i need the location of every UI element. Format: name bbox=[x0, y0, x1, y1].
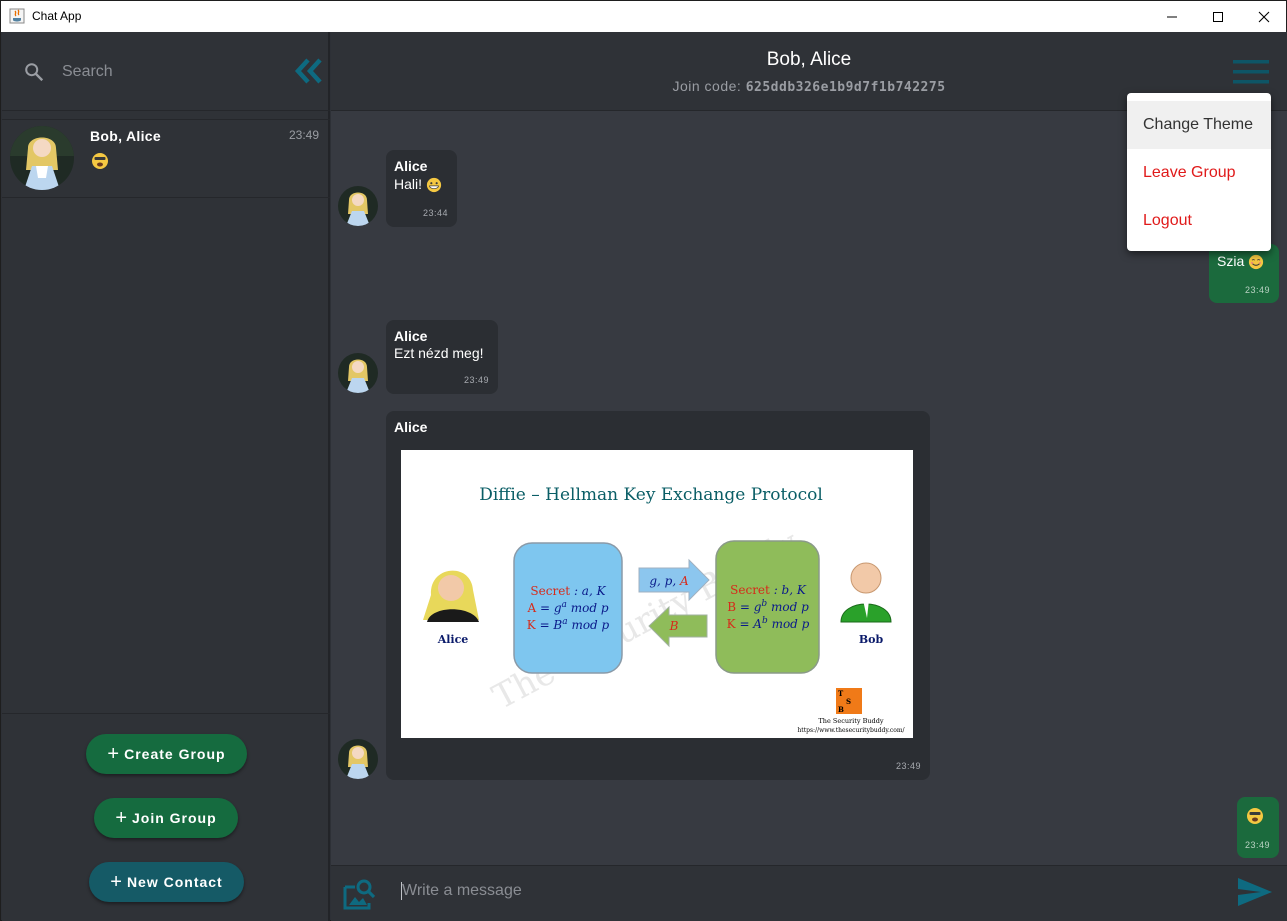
avatar bbox=[338, 739, 378, 779]
logo-letter: T bbox=[838, 689, 844, 698]
search-bar: Search bbox=[2, 32, 330, 111]
sidebar-actions: + Create Group + Join Group + New Contac… bbox=[2, 713, 330, 921]
create-group-button[interactable]: + Create Group bbox=[86, 734, 247, 774]
plus-icon: + bbox=[110, 871, 123, 893]
alice-figure-icon bbox=[423, 570, 479, 622]
close-icon bbox=[1258, 11, 1270, 22]
close-button[interactable] bbox=[1241, 1, 1287, 32]
message-composer: Write a message bbox=[331, 865, 1287, 921]
avatar bbox=[338, 186, 378, 226]
diagram-title: Diffie – Hellman Key Exchange Protocol bbox=[479, 485, 823, 505]
message-text-value: Szia bbox=[1217, 253, 1245, 269]
arrow-left-label: B bbox=[669, 619, 679, 633]
message-sender: Alice bbox=[394, 328, 428, 344]
window-title: Chat App bbox=[32, 9, 82, 23]
search-icon bbox=[25, 63, 44, 82]
join-code-value: 625ddb326e1b9d7f1b742275 bbox=[745, 80, 946, 95]
java-app-icon bbox=[9, 8, 25, 24]
emoji-face-icon bbox=[92, 153, 108, 169]
new-contact-label: New Contact bbox=[126, 874, 223, 890]
message-text: Szia bbox=[1217, 253, 1264, 270]
menu-item-change-theme[interactable]: Change Theme bbox=[1127, 101, 1271, 149]
avatar bbox=[338, 353, 378, 393]
minimize-button[interactable] bbox=[1149, 1, 1195, 32]
join-code-label: Join code: bbox=[672, 78, 742, 94]
alice-label: Alice bbox=[437, 633, 469, 646]
message-text-value: Hali! bbox=[394, 176, 423, 192]
attach-image-icon[interactable] bbox=[341, 877, 377, 913]
app-window: Chat App Search Bob, Alice 23:49 + Creat… bbox=[0, 0, 1287, 921]
search-input[interactable]: Search bbox=[62, 63, 113, 81]
window-titlebar: Chat App bbox=[1, 1, 1286, 32]
menu-item-logout[interactable]: Logout bbox=[1127, 197, 1271, 245]
sidebar: Search Bob, Alice 23:49 + Create Group +… bbox=[2, 32, 330, 921]
create-group-label: Create Group bbox=[124, 746, 226, 762]
options-menu: Change Theme Leave Group Logout bbox=[1127, 93, 1271, 251]
message-text: Ezt nézd meg! bbox=[394, 345, 484, 361]
message-time: 23:49 bbox=[1244, 285, 1270, 295]
message-time: 23:49 bbox=[463, 375, 489, 385]
maximize-icon bbox=[1213, 11, 1223, 22]
menu-item-leave-group[interactable]: Leave Group bbox=[1127, 149, 1271, 197]
message-bubble-outgoing: 23:49 bbox=[1237, 797, 1279, 858]
logo-letter: S bbox=[846, 697, 851, 706]
hamburger-menu-icon[interactable] bbox=[1233, 60, 1269, 84]
chat-title: Bob, Alice bbox=[766, 49, 852, 70]
avatar bbox=[10, 126, 74, 190]
emoji-face-icon bbox=[1247, 808, 1263, 824]
message-bubble-outgoing: Szia 23:49 bbox=[1209, 244, 1279, 303]
message-text: Hali! bbox=[394, 176, 442, 193]
message-time: 23:49 bbox=[1244, 840, 1270, 850]
bob-label: Bob bbox=[859, 633, 884, 646]
brand-name: The Security Buddy bbox=[818, 717, 883, 725]
maximize-button[interactable] bbox=[1195, 1, 1241, 32]
logo-letter: B bbox=[838, 705, 844, 714]
chat-list-item[interactable]: Bob, Alice 23:49 bbox=[2, 119, 330, 198]
chat-time: 23:49 bbox=[289, 128, 320, 142]
message-sender: Alice bbox=[394, 419, 428, 435]
join-group-label: Join Group bbox=[132, 810, 217, 826]
message-image[interactable]: Diffie – Hellman Key Exchange Protocol T… bbox=[401, 450, 913, 738]
send-icon[interactable] bbox=[1237, 877, 1273, 907]
message-time: 23:49 bbox=[895, 761, 921, 771]
join-group-button[interactable]: + Join Group bbox=[94, 798, 238, 838]
chat-name: Bob, Alice bbox=[90, 128, 161, 144]
arrow-right-label: g, p, A bbox=[649, 574, 689, 588]
message-sender: Alice bbox=[394, 158, 428, 174]
new-contact-button[interactable]: + New Contact bbox=[89, 862, 244, 902]
message-time: 23:44 bbox=[422, 208, 448, 218]
plus-icon: + bbox=[115, 807, 128, 829]
brand-url: https://www.thesecuritybuddy.com/ bbox=[797, 727, 905, 734]
message-bubble: Alice Hali! 23:44 bbox=[386, 150, 457, 227]
collapse-chevrons-icon[interactable] bbox=[294, 56, 324, 86]
message-input[interactable]: Write a message bbox=[402, 882, 522, 900]
diagram-image: Diffie – Hellman Key Exchange Protocol T… bbox=[423, 485, 906, 734]
grinning-emoji-icon bbox=[426, 178, 442, 193]
smiling-emoji-icon bbox=[1249, 255, 1264, 270]
message-bubble: Alice Ezt nézd meg! 23:49 bbox=[386, 320, 498, 394]
minimize-icon bbox=[1167, 16, 1177, 17]
plus-icon: + bbox=[107, 743, 121, 765]
bob-figure-icon bbox=[840, 562, 892, 623]
